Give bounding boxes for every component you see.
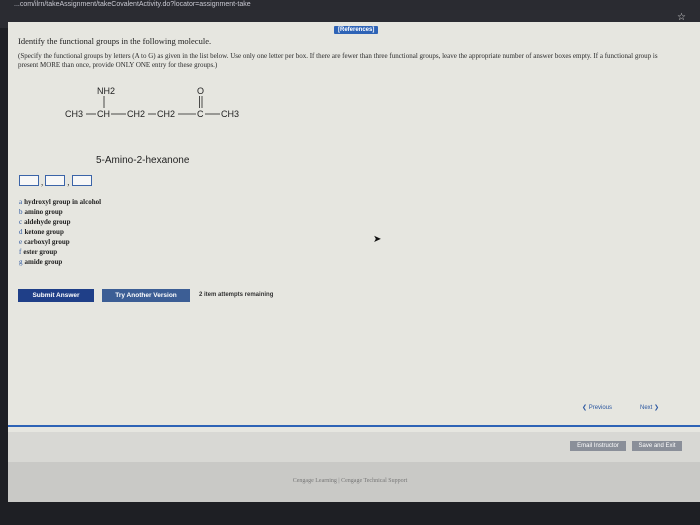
- email-instructor-button[interactable]: Email Instructor: [570, 441, 626, 451]
- list-item: d ketone group: [19, 228, 64, 236]
- answer-box-2[interactable]: [45, 175, 66, 186]
- next-button[interactable]: Next ❯: [640, 404, 659, 411]
- functional-group-list: a hydroxyl group in alcohol b amino group …: [19, 197, 101, 267]
- previous-button[interactable]: ❮ Previous: [582, 404, 612, 411]
- list-item: e carboxyl group: [19, 238, 70, 246]
- answer-boxes: , ,: [19, 175, 92, 187]
- list-item: g amide group: [19, 258, 63, 266]
- address-bar[interactable]: ...com/ilrn/takeAssignment/takeCovalentA…: [0, 0, 700, 10]
- question-instructions: (Specify the functional groups by letter…: [18, 52, 658, 69]
- mouse-pointer-icon: ➤: [373, 234, 382, 245]
- chain-atom-3: CH2: [127, 109, 145, 119]
- molecule-structure: NH2 O CH3 CH CH2 CH2 C CH3: [55, 82, 255, 131]
- answer-box-1[interactable]: [19, 175, 39, 186]
- answer-box-3[interactable]: [71, 175, 92, 186]
- divider: [8, 425, 700, 427]
- chain-atom-4: CH2: [157, 109, 175, 119]
- list-item: b amino group: [19, 208, 63, 216]
- amino-substituent: NH2: [97, 86, 115, 96]
- chain-atom-6: CH3: [221, 109, 239, 119]
- save-and-exit-button[interactable]: Save and Exit: [632, 441, 682, 451]
- list-item: a hydroxyl group in alcohol: [19, 198, 102, 206]
- footer-links[interactable]: Cengage Learning | Cengage Technical Sup…: [0, 478, 700, 484]
- molecule-name: 5-Amino-2-hexanone: [96, 155, 190, 166]
- chain-atom-2: CH: [97, 109, 110, 119]
- try-another-version-button[interactable]: Try Another Version: [102, 289, 190, 302]
- chain-atom-1: CH3: [65, 109, 83, 119]
- list-item: c aldehyde group: [19, 218, 71, 226]
- submit-answer-button[interactable]: Submit Answer: [18, 289, 94, 302]
- attempts-remaining: 2 item attempts remaining: [199, 292, 274, 298]
- references-button[interactable]: [References]: [334, 26, 379, 34]
- list-item: f ester group: [19, 248, 58, 256]
- chain-atom-5: C: [197, 109, 204, 119]
- question-title: Identify the functional groups in the fo…: [18, 36, 212, 46]
- carbonyl-oxygen: O: [197, 86, 204, 96]
